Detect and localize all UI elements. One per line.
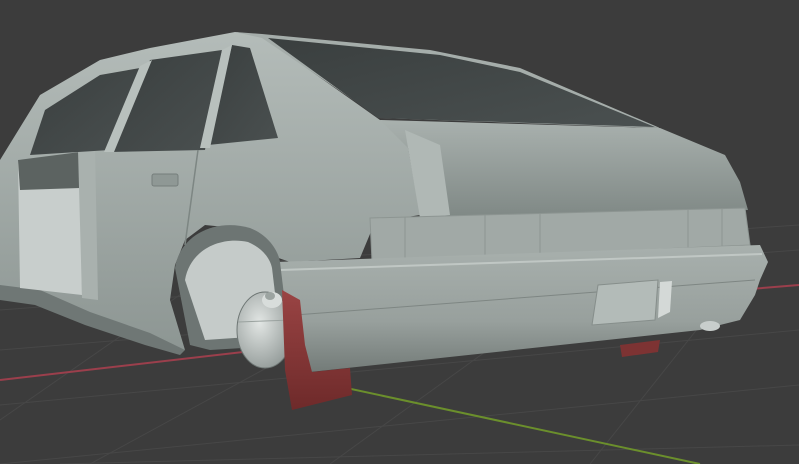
door-handle — [151, 173, 179, 187]
3d-viewport[interactable] — [0, 0, 799, 464]
exhaust-tip — [700, 321, 720, 331]
viewport-canvas[interactable] — [0, 0, 799, 464]
license-plate-recess — [591, 279, 659, 326]
